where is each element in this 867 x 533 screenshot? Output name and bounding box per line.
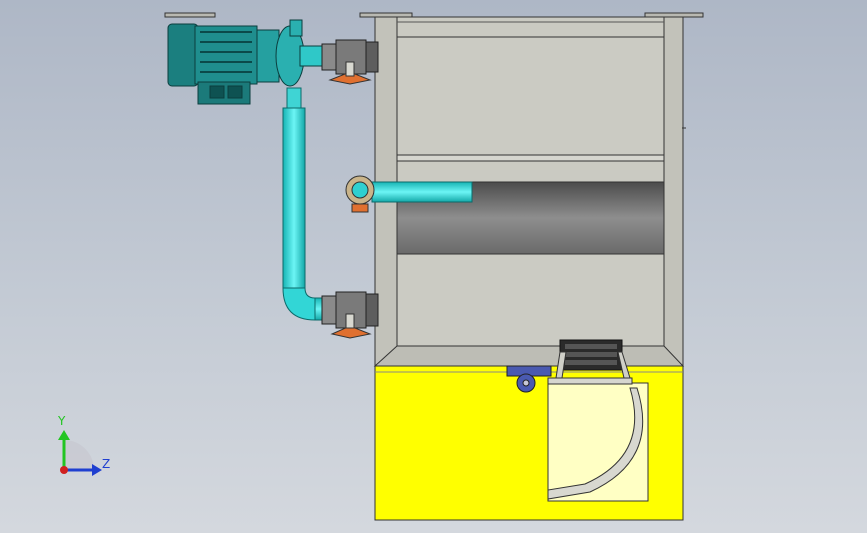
top-flange-left	[164, 12, 216, 18]
y-axis-label: Y	[58, 414, 66, 428]
z-axis-label: Z	[102, 457, 111, 471]
top-flange-mid	[359, 12, 413, 18]
upper-compartment	[396, 36, 665, 156]
return-pipe	[282, 87, 326, 321]
x-axis-point	[60, 466, 68, 474]
axis-origin-quadrant	[64, 440, 94, 470]
assembly-scene	[58, 12, 704, 521]
cad-viewport[interactable]: Y Z	[0, 0, 867, 533]
axis-triad[interactable]	[58, 430, 102, 476]
lower-valve	[321, 291, 379, 339]
upper-valve	[321, 39, 379, 85]
top-flange-right	[644, 12, 704, 18]
lower-compartment	[396, 253, 665, 347]
